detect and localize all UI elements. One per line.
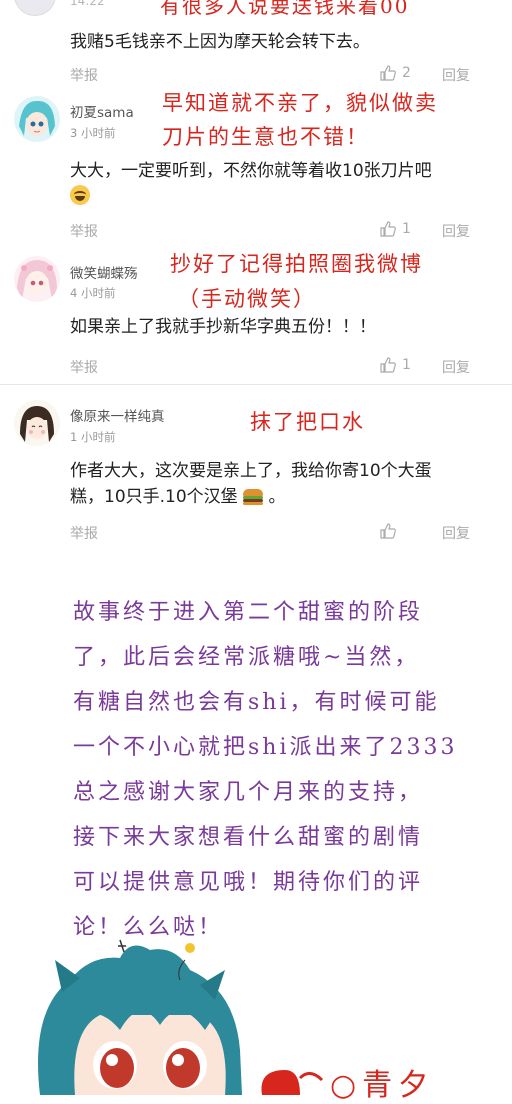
report-button[interactable]: 举报 xyxy=(70,65,98,85)
reply-button[interactable]: 回复 xyxy=(442,357,470,377)
reply-button[interactable]: 回复 xyxy=(442,523,470,543)
avatar[interactable] xyxy=(14,0,56,16)
comment-body: 作者大大，这次要是亲上了，我给你寄10个大蛋 xyxy=(70,461,432,481)
avatar[interactable] xyxy=(14,256,60,302)
handwritten-annotation: 早知道就不亲了，貌似做卖 xyxy=(162,91,438,115)
like-count: 1 xyxy=(402,357,411,373)
like-button[interactable] xyxy=(380,523,396,539)
thumbs-up-icon xyxy=(380,221,396,237)
handwritten-annotation: 抹了把口水 xyxy=(250,410,365,434)
hamburger-emoji-icon xyxy=(243,489,264,505)
report-button[interactable]: 举报 xyxy=(70,221,98,241)
author-signature: ○青夕 xyxy=(330,1068,435,1103)
report-button[interactable]: 举报 xyxy=(70,523,98,543)
username[interactable]: 初夏sama xyxy=(70,101,134,121)
timestamp: 1 小时前 xyxy=(70,430,116,444)
note-line: 有糖自然也会有shi，有时候可能 xyxy=(73,690,440,715)
comment-body: 我赌5毛钱亲不上因为摩天轮会转下去。 xyxy=(70,32,370,52)
handwritten-annotation: 有很多人说要送钱来着00 xyxy=(160,0,410,18)
comment-text: 。 xyxy=(268,487,286,507)
timestamp: 14:22 xyxy=(70,0,105,8)
note-line: 可以提供意见哦！期待你们的评 xyxy=(73,870,424,895)
like-count: 2 xyxy=(402,65,411,81)
username[interactable]: 像原来一样纯真 xyxy=(70,405,165,425)
handwritten-annotation: （手动微笑） xyxy=(178,287,316,311)
comment-body: 糕，10只手.10个汉堡 。 xyxy=(70,483,484,511)
username[interactable]: 微笑蝴蝶殇 xyxy=(70,262,138,282)
comment-text: 大大，一定要听到，不然你就等着收10张刀片吧 xyxy=(70,161,432,181)
handwritten-annotation: 抄好了记得拍照圈我微博 xyxy=(170,252,423,276)
avatar[interactable] xyxy=(14,400,60,446)
comment-body: 如果亲上了我就手抄新华字典五份！！！ xyxy=(70,317,376,337)
user-avatar-image xyxy=(14,96,60,142)
comment-text: 糕，10只手.10个汉堡 xyxy=(70,487,238,507)
handwritten-annotation: 刀片的生意也不错！ xyxy=(162,125,369,149)
user-avatar-image xyxy=(14,400,60,446)
note-line: 一个不小心就把shi派出来了2333 xyxy=(73,735,458,760)
like-button[interactable]: 1 xyxy=(380,221,411,237)
divider xyxy=(0,384,512,385)
laughing-emoji-icon xyxy=(70,184,90,205)
like-button[interactable]: 2 xyxy=(380,65,411,81)
anime-boy-illustration: ○青夕 xyxy=(0,930,512,1103)
thumbs-up-icon xyxy=(380,357,396,373)
note-line: 了，此后会经常派糖哦~当然， xyxy=(73,645,420,670)
thumbs-up-icon xyxy=(380,523,396,539)
avatar[interactable] xyxy=(14,96,60,142)
note-line: 故事终于进入第二个甜蜜的阶段 xyxy=(73,600,424,625)
note-line: 接下来大家想看什么甜蜜的剧情 xyxy=(73,825,424,850)
user-avatar-image xyxy=(14,256,60,302)
author-note: 故事终于进入第二个甜蜜的阶段 了，此后会经常派糖哦~当然， 有糖自然也会有shi… xyxy=(73,590,493,950)
thumbs-up-icon xyxy=(380,65,396,81)
report-button[interactable]: 举报 xyxy=(70,357,98,377)
reply-button[interactable]: 回复 xyxy=(442,65,470,85)
comment-body: 大大，一定要听到，不然你就等着收10张刀片吧 xyxy=(70,157,484,185)
timestamp: 3 小时前 xyxy=(70,126,116,140)
previous-comment-header: 14:22 有很多人说要送钱来着00 xyxy=(0,0,512,18)
like-button[interactable]: 1 xyxy=(380,357,411,373)
reply-button[interactable]: 回复 xyxy=(442,221,470,241)
note-line: 总之感谢大家几个月来的支持， xyxy=(73,780,424,805)
like-count: 1 xyxy=(402,221,411,237)
timestamp: 4 小时前 xyxy=(70,286,116,300)
